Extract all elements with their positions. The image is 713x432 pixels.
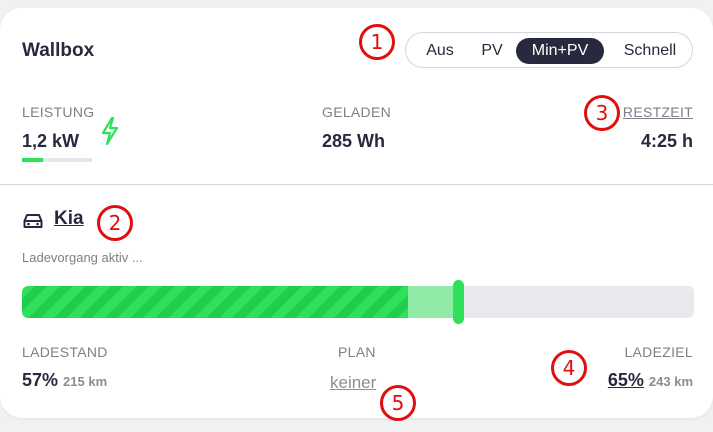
mode-fast-button[interactable]: Schnell	[610, 38, 690, 64]
plan-link[interactable]: keiner	[330, 373, 376, 392]
divider	[0, 184, 713, 185]
target-percent-link[interactable]: 65%	[608, 370, 644, 390]
card-title: Wallbox	[22, 40, 95, 61]
charging-status: Ladevorgang aktiv ...	[22, 250, 143, 265]
target-label: LADEZIEL	[624, 344, 693, 360]
annotation-marker-2: 2	[97, 205, 133, 241]
power-bar	[22, 158, 92, 162]
target-value: 65% 243 km	[608, 370, 693, 391]
soc-value: 57% 215 km	[22, 370, 107, 391]
remaining-time-link[interactable]: RESTZEIT	[623, 104, 693, 120]
annotation-marker-5: 5	[380, 385, 416, 421]
charged-label: GELADEN	[322, 104, 392, 120]
remaining-time-value: 4:25 h	[640, 131, 693, 151]
power-label: LEISTUNG	[22, 104, 95, 120]
lightning-icon	[101, 117, 119, 145]
power-bar-fill	[22, 158, 43, 162]
power-value: 1,2 kW	[22, 131, 80, 151]
soc-percent: 57%	[22, 370, 59, 390]
plan-fill	[408, 286, 459, 318]
charge-progress	[22, 286, 694, 318]
annotation-marker-1: 1	[359, 24, 395, 60]
soc-label: LADESTAND	[22, 344, 108, 360]
vehicle-name-link[interactable]: Kia	[54, 208, 84, 230]
mode-pv-button[interactable]: PV	[472, 38, 512, 64]
mode-off-button[interactable]: Aus	[416, 38, 464, 64]
plan-label: PLAN	[338, 344, 376, 360]
soc-fill	[22, 286, 408, 318]
charged-value: 285 Wh	[322, 131, 386, 151]
annotation-marker-4: 4	[551, 350, 587, 386]
mode-selector: Aus PV Min+PV Schnell	[405, 32, 693, 68]
car-icon	[23, 214, 43, 228]
soc-range: 215 km	[63, 374, 108, 389]
target-range: 243 km	[648, 374, 693, 389]
charge-target-handle[interactable]	[453, 280, 464, 324]
mode-minpv-button[interactable]: Min+PV	[516, 38, 604, 64]
annotation-marker-3: 3	[584, 95, 620, 131]
